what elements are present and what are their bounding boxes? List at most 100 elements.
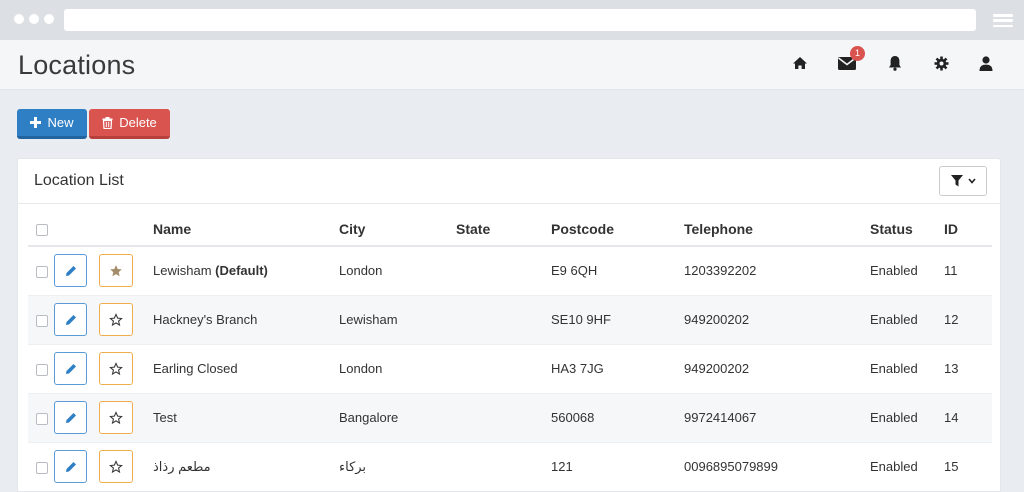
- table-row: Test Bangalore 560068 9972414067 Enabled…: [28, 393, 992, 443]
- bell-icon[interactable]: [884, 52, 906, 74]
- location-status: Enabled: [870, 344, 944, 394]
- location-city: Lewisham: [339, 295, 456, 345]
- location-id: 14: [944, 393, 992, 443]
- user-icon[interactable]: [975, 52, 997, 74]
- locations-table: Name City State Postcode Telephone Statu…: [28, 213, 992, 491]
- location-city: بركاء: [339, 458, 367, 474]
- location-name: Earling Closed: [153, 361, 238, 376]
- edit-button[interactable]: [54, 254, 87, 288]
- window-controls: [14, 14, 54, 24]
- location-status: Enabled: [870, 295, 944, 345]
- pencil-icon: [65, 363, 76, 374]
- edit-button[interactable]: [54, 450, 87, 483]
- star-outline-icon: [109, 459, 123, 473]
- location-telephone: 949200202: [684, 344, 870, 394]
- filter-icon: [950, 175, 963, 187]
- row-checkbox[interactable]: [36, 363, 48, 376]
- location-state: [456, 344, 551, 394]
- pencil-icon: [65, 265, 76, 276]
- edit-button[interactable]: [54, 352, 87, 385]
- location-telephone: 1203392202: [684, 246, 870, 296]
- favorite-button[interactable]: [99, 450, 133, 483]
- location-name: Hackney's Branch: [153, 312, 258, 327]
- delete-button[interactable]: Delete: [89, 109, 170, 139]
- address-bar[interactable]: [64, 9, 976, 31]
- column-id[interactable]: ID: [944, 213, 992, 247]
- table-row: مطعم رذاذ بركاء 121 0096895079899 Enable…: [28, 442, 992, 491]
- location-state: [456, 393, 551, 443]
- notification-badge: 1: [850, 46, 865, 61]
- window-dot[interactable]: [14, 14, 24, 24]
- pencil-icon: [65, 314, 76, 325]
- column-status[interactable]: Status: [870, 213, 944, 247]
- star-filled-icon: [110, 264, 122, 276]
- location-telephone: 949200202: [684, 295, 870, 345]
- row-checkbox[interactable]: [36, 412, 48, 425]
- trash-icon: [102, 116, 113, 129]
- new-button-label: New: [47, 115, 74, 130]
- location-name: مطعم رذاذ: [153, 458, 211, 474]
- location-state: [456, 442, 551, 491]
- chevron-down-icon: [967, 178, 976, 184]
- location-postcode: 121: [551, 442, 684, 491]
- location-city: London: [339, 246, 456, 296]
- page-title: Locations: [18, 50, 136, 80]
- gear-icon[interactable]: [930, 52, 952, 74]
- window-dot[interactable]: [44, 14, 54, 24]
- pencil-icon: [65, 461, 76, 472]
- star-outline-icon: [109, 410, 123, 424]
- location-postcode: SE10 9HF: [551, 295, 684, 345]
- panel-title: Location List: [34, 172, 124, 189]
- favorite-button[interactable]: [99, 303, 133, 336]
- browser-chrome: [0, 0, 1024, 40]
- filter-button[interactable]: [939, 166, 987, 196]
- table-row: Hackney's Branch Lewisham SE10 9HF 94920…: [28, 295, 992, 345]
- location-telephone: 0096895079899: [684, 442, 870, 491]
- column-name[interactable]: Name: [153, 213, 339, 247]
- row-checkbox[interactable]: [36, 265, 48, 278]
- star-outline-icon: [109, 361, 123, 375]
- favorite-button[interactable]: [99, 254, 133, 288]
- location-status: Enabled: [870, 442, 944, 491]
- location-id: 15: [944, 442, 992, 491]
- new-button[interactable]: New: [17, 109, 87, 139]
- location-name: Lewisham: [153, 263, 212, 279]
- table-header-row: Name City State Postcode Telephone Statu…: [28, 213, 992, 247]
- row-checkbox[interactable]: [36, 314, 48, 327]
- location-status: Enabled: [870, 393, 944, 443]
- location-name: Test: [153, 410, 177, 425]
- location-state: [456, 295, 551, 345]
- row-checkbox[interactable]: [36, 461, 48, 474]
- location-id: 13: [944, 344, 992, 394]
- select-all-checkbox[interactable]: [36, 224, 48, 237]
- location-id: 11: [944, 246, 992, 296]
- pencil-icon: [65, 412, 76, 423]
- favorite-button[interactable]: [99, 352, 133, 385]
- table-row: Lewisham (Default) London E9 6QH 1203392…: [28, 246, 992, 296]
- location-postcode: E9 6QH: [551, 246, 684, 296]
- location-city: London: [339, 344, 456, 394]
- edit-button[interactable]: [54, 401, 87, 434]
- column-state[interactable]: State: [456, 213, 551, 247]
- home-icon[interactable]: [789, 52, 811, 74]
- location-list-panel: Location List Name City State Postcode T…: [17, 158, 1001, 492]
- location-status: Enabled: [870, 246, 944, 296]
- column-telephone[interactable]: Telephone: [684, 213, 870, 247]
- edit-button[interactable]: [54, 303, 87, 336]
- location-state: [456, 246, 551, 296]
- location-postcode: 560068: [551, 393, 684, 443]
- browser-menu-icon[interactable]: [993, 14, 1013, 27]
- location-postcode: HA3 7JG: [551, 344, 684, 394]
- app-header: Locations: [0, 40, 1024, 90]
- column-postcode[interactable]: Postcode: [551, 213, 684, 247]
- location-id: 12: [944, 295, 992, 345]
- star-outline-icon: [109, 312, 123, 326]
- delete-button-label: Delete: [119, 115, 157, 130]
- location-city: Bangalore: [339, 393, 456, 443]
- table-row: Earling Closed London HA3 7JG 949200202 …: [28, 344, 992, 394]
- window-dot[interactable]: [29, 14, 39, 24]
- location-telephone: 9972414067: [684, 393, 870, 443]
- favorite-button[interactable]: [99, 401, 133, 434]
- default-label: (Default): [215, 263, 268, 279]
- column-city[interactable]: City: [339, 213, 456, 247]
